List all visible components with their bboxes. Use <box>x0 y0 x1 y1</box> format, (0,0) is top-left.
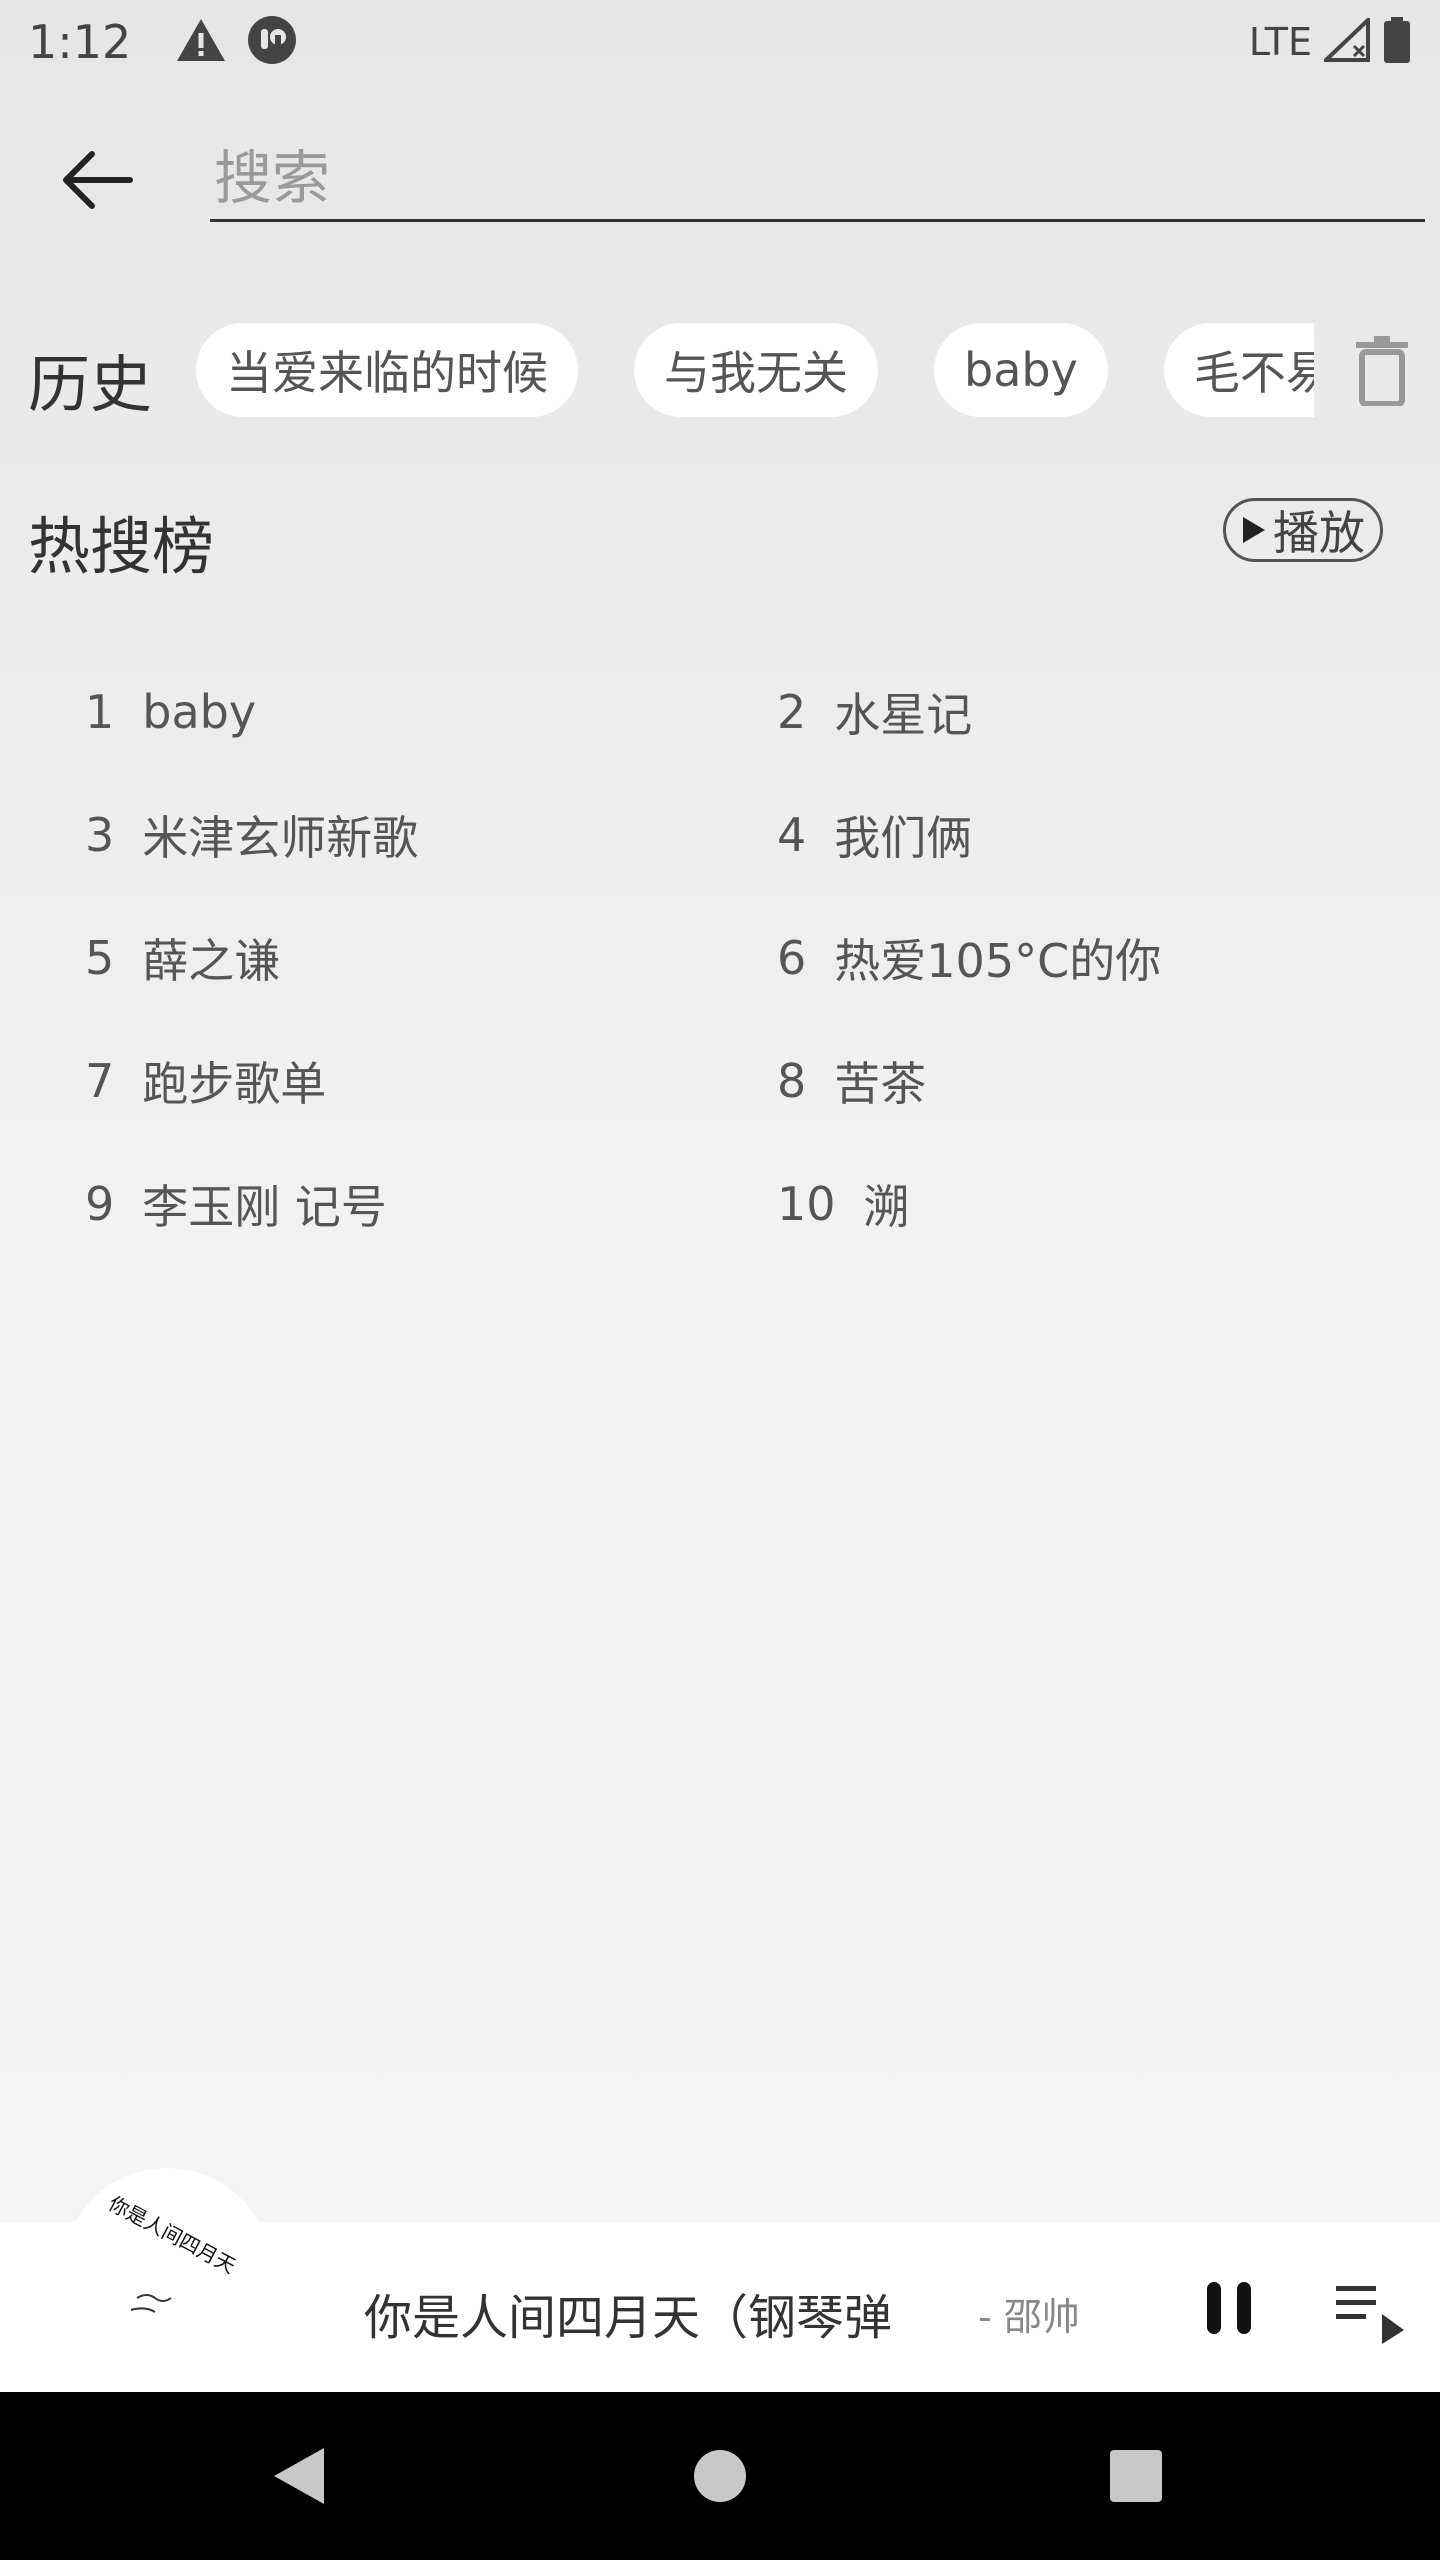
hot-rank: 1 <box>85 684 115 739</box>
hot-search-item[interactable]: 3 米津玄师新歌 <box>85 773 777 896</box>
trash-icon <box>1356 336 1408 407</box>
battery-icon <box>1382 17 1412 67</box>
network-type: LTE <box>1248 20 1312 64</box>
hot-search-title: 热搜榜 <box>28 510 215 583</box>
nav-back-icon <box>274 2448 324 2504</box>
hot-search-item[interactable]: 1 baby <box>85 650 777 773</box>
hot-rank: 10 <box>777 1176 836 1231</box>
warning-icon <box>175 17 227 67</box>
hot-search-item[interactable]: 5 薛之谦 <box>85 896 777 1019</box>
playlist-queue-button[interactable] <box>1334 2280 1406 2346</box>
hot-label: 米津玄师新歌 <box>142 810 419 865</box>
nav-recents-icon <box>1110 2450 1162 2502</box>
history-chips: 当爱来临的时候 与我无关 baby 毛不易 <box>196 320 1314 420</box>
now-playing-artist: - 邵帅 <box>978 2295 1080 2339</box>
hot-label: 跑步歌单 <box>142 1056 327 1111</box>
hot-search-item[interactable]: 4 我们俩 <box>777 773 1405 896</box>
hot-rank: 7 <box>85 1053 115 1108</box>
album-art-text: 你是人间四月天 <box>105 2191 237 2278</box>
nav-back-button[interactable] <box>268 2444 332 2508</box>
hot-label: 薛之谦 <box>142 933 281 988</box>
hot-search-item[interactable]: 2 水星记 <box>777 650 1405 773</box>
history-chip[interactable]: 当爱来临的时候 <box>196 323 578 417</box>
history-chip[interactable]: baby <box>934 323 1108 417</box>
signal-icon <box>1321 15 1370 66</box>
hot-label: 热爱105°C的你 <box>834 933 1162 988</box>
hot-search-list: 1 baby 2 水星记 3 米津玄师新歌 4 我们俩 5 薛之谦 6 热爱105°C的你 … <box>85 650 1405 1265</box>
system-nav-bar <box>0 2392 1440 2560</box>
history-chip[interactable]: 毛不易 <box>1163 323 1314 417</box>
clear-history-button[interactable] <box>1352 336 1412 407</box>
search-bar <box>0 120 1440 240</box>
hot-rank: 4 <box>777 807 807 862</box>
hot-label: 溯 <box>863 1179 910 1234</box>
hot-rank: 2 <box>777 684 807 739</box>
history-title: 历史 <box>28 348 153 421</box>
hot-label: 李玉刚 记号 <box>142 1179 387 1234</box>
hot-search-item[interactable]: 10 溯 <box>777 1142 1405 1265</box>
history-section: 历史 当爱来临的时候 与我无关 baby 毛不易 <box>0 320 1440 421</box>
arrow-left-icon <box>63 151 133 209</box>
hot-search-header: 热搜榜 播放 <box>0 488 1440 583</box>
hot-label: 水星记 <box>834 687 973 742</box>
history-chip[interactable]: 与我无关 <box>634 323 878 417</box>
now-playing-title: 你是人间四月天（钢琴弹 <box>364 2290 893 2346</box>
status-bar: 1:12 LTE <box>0 0 1440 84</box>
back-button[interactable] <box>58 148 138 212</box>
album-art[interactable]: 你是人间四月天 <box>62 2168 272 2378</box>
hot-search-item[interactable]: 9 李玉刚 记号 <box>85 1142 777 1265</box>
hot-rank: 6 <box>777 930 807 985</box>
queue-music-icon <box>1336 2286 1404 2344</box>
hot-label: 我们俩 <box>834 810 973 865</box>
play-icon <box>1243 517 1265 543</box>
hot-rank: 8 <box>777 1053 807 1108</box>
app-notification-icon <box>247 15 297 69</box>
hot-search-item[interactable]: 6 热爱105°C的你 <box>777 896 1405 1019</box>
pause-button[interactable] <box>1205 2280 1253 2336</box>
hot-rank: 3 <box>85 807 115 862</box>
hot-label: baby <box>142 684 257 739</box>
nav-recents-button[interactable] <box>1104 2444 1168 2508</box>
hot-search-item[interactable]: 7 跑步歌单 <box>85 1019 777 1142</box>
pause-icon <box>1207 2282 1251 2334</box>
hot-rank: 9 <box>85 1176 115 1231</box>
hot-label: 苦茶 <box>834 1056 927 1111</box>
hot-rank: 5 <box>85 930 115 985</box>
status-time: 1:12 <box>28 15 132 69</box>
album-calligraphy-image: 你是人间四月天 <box>105 2191 237 2313</box>
play-all-button[interactable]: 播放 <box>1223 498 1383 562</box>
hot-search-item[interactable]: 8 苦茶 <box>777 1019 1405 1142</box>
play-all-label: 播放 <box>1273 506 1365 560</box>
search-input[interactable] <box>210 136 1425 222</box>
nav-home-button[interactable] <box>688 2444 752 2508</box>
nav-home-icon <box>694 2450 746 2502</box>
